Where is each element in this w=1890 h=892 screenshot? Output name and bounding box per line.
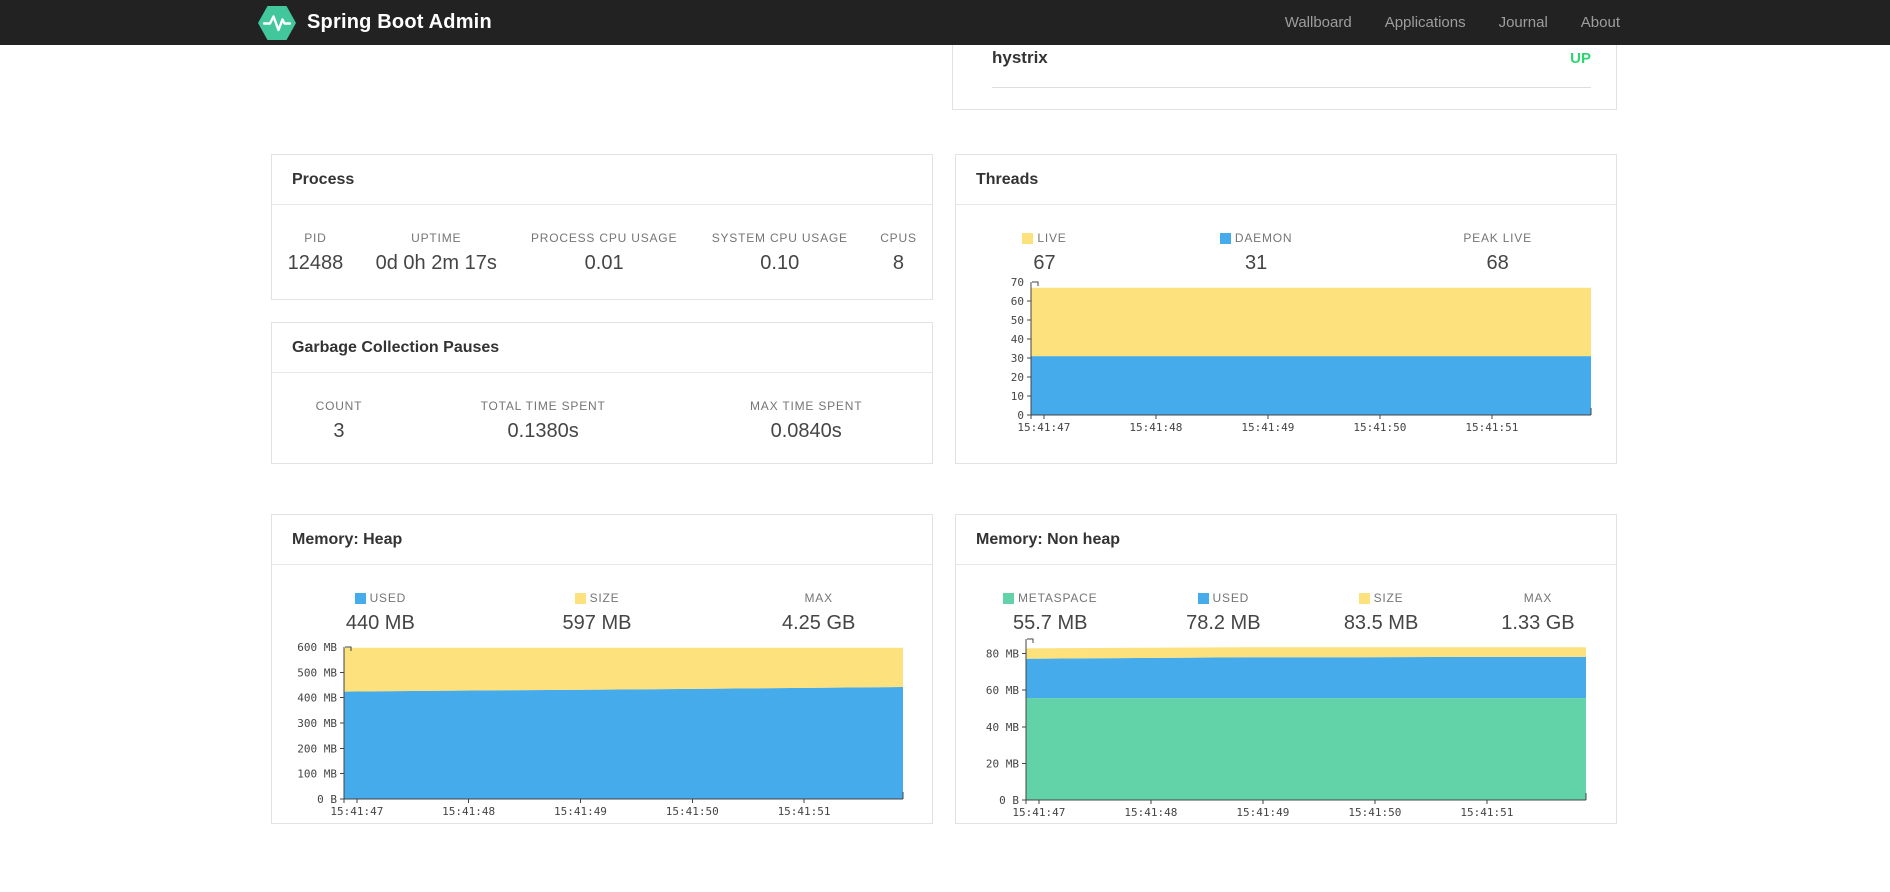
heap-card-title: Memory: Heap xyxy=(292,531,403,548)
nav-link-applications[interactable]: Applications xyxy=(1385,14,1466,31)
gc-card-header: Garbage Collection Pauses xyxy=(272,323,932,373)
threads-card-header: Threads xyxy=(956,155,1616,205)
metric-uptime: UPTIME 0d 0h 2m 17s xyxy=(375,231,497,274)
nonheap-card-header: Memory: Non heap xyxy=(956,515,1616,565)
process-metrics: PID 12488 UPTIME 0d 0h 2m 17s PROCESS CP… xyxy=(272,205,932,275)
svg-text:80 MB: 80 MB xyxy=(986,648,1019,661)
svg-text:15:41:48: 15:41:48 xyxy=(1129,421,1182,434)
metric-gc-total-time: TOTAL TIME SPENT 0.1380s xyxy=(480,399,606,442)
nav-link-journal[interactable]: Journal xyxy=(1499,14,1548,31)
svg-text:50: 50 xyxy=(1011,314,1024,327)
metric-gc-count: COUNT 3 xyxy=(315,399,363,442)
threads-card: Threads LIVE 67 DAEMON 31 PEAK LIVE 68 0… xyxy=(955,154,1617,464)
nonheap-size-legend-swatch xyxy=(1358,592,1370,604)
metric-live: LIVE 67 xyxy=(956,231,1133,275)
metric-system-cpu-usage: SYSTEM CPU USAGE 0.10 xyxy=(711,231,848,274)
application-name: hystrix xyxy=(992,48,1048,67)
metric-process-cpu-usage: PROCESS CPU USAGE 0.01 xyxy=(530,231,678,274)
svg-text:15:41:51: 15:41:51 xyxy=(778,805,831,818)
metric-metaspace: METASPACE 55.7 MB xyxy=(956,591,1144,635)
nav-links: Wallboard Applications Journal About xyxy=(1285,14,1620,31)
svg-text:60 MB: 60 MB xyxy=(986,684,1019,697)
gc-metrics: COUNT 3 TOTAL TIME SPENT 0.1380s MAX TIM… xyxy=(272,373,932,443)
svg-text:0 B: 0 B xyxy=(999,794,1019,807)
process-card-title: Process xyxy=(292,171,355,188)
heap-used-legend-swatch xyxy=(354,592,366,604)
live-legend-swatch xyxy=(1022,232,1034,244)
svg-text:15:41:49: 15:41:49 xyxy=(1236,806,1289,819)
svg-text:70: 70 xyxy=(1011,276,1024,289)
brand[interactable]: Spring Boot Admin xyxy=(258,5,492,40)
svg-text:15:41:47: 15:41:47 xyxy=(330,805,383,818)
status-badge: UP xyxy=(1570,49,1591,67)
svg-text:0 B: 0 B xyxy=(317,793,337,806)
metric-nonheap-used: USED 78.2 MB xyxy=(1186,591,1261,634)
spring-boot-admin-logo-icon xyxy=(258,5,296,40)
gc-card-title: Garbage Collection Pauses xyxy=(292,339,500,356)
heap-card-header: Memory: Heap xyxy=(272,515,932,565)
svg-text:300 MB: 300 MB xyxy=(297,717,337,730)
svg-text:15:41:50: 15:41:50 xyxy=(666,805,719,818)
memory-heap-card: Memory: Heap USED 440 MB SIZE 597 MB MAX… xyxy=(271,514,933,824)
svg-text:400 MB: 400 MB xyxy=(297,692,337,705)
metric-heap-used: USED 440 MB xyxy=(345,591,415,634)
brand-title: Spring Boot Admin xyxy=(307,11,492,33)
svg-text:15:41:50: 15:41:50 xyxy=(1348,806,1401,819)
metric-heap-size: SIZE 597 MB xyxy=(562,591,632,634)
process-card: Process PID 12488 UPTIME 0d 0h 2m 17s PR… xyxy=(271,154,933,300)
svg-text:15:41:47: 15:41:47 xyxy=(1012,806,1065,819)
metric-pid: PID 12488 xyxy=(287,231,344,274)
gc-pauses-card: Garbage Collection Pauses COUNT 3 TOTAL … xyxy=(271,322,933,464)
svg-text:15:41:50: 15:41:50 xyxy=(1353,421,1406,434)
svg-text:15:41:51: 15:41:51 xyxy=(1460,806,1513,819)
nav-link-wallboard[interactable]: Wallboard xyxy=(1285,14,1352,31)
metric-gc-max-time: MAX TIME SPENT 0.0840s xyxy=(750,399,863,442)
svg-text:40 MB: 40 MB xyxy=(986,721,1019,734)
nonheap-card-title: Memory: Non heap xyxy=(976,531,1121,548)
heap-legend: USED 440 MB SIZE 597 MB MAX 4.25 GB xyxy=(272,565,932,635)
memory-nonheap-card: Memory: Non heap METASPACE 55.7 MB USED … xyxy=(955,514,1617,824)
metric-peak-live: PEAK LIVE 68 xyxy=(1463,231,1532,274)
threads-legend: LIVE 67 DAEMON 31 PEAK LIVE 68 xyxy=(956,205,1616,275)
svg-text:200 MB: 200 MB xyxy=(297,742,337,755)
heap-size-legend-swatch xyxy=(574,592,586,604)
metric-nonheap-size: SIZE 83.5 MB xyxy=(1343,591,1419,634)
svg-text:15:41:48: 15:41:48 xyxy=(442,805,495,818)
metaspace-legend-swatch xyxy=(1003,592,1014,604)
svg-text:500 MB: 500 MB xyxy=(297,666,337,679)
metric-cpus: CPUS 8 xyxy=(880,231,917,274)
svg-text:30: 30 xyxy=(1011,352,1024,365)
svg-text:15:41:51: 15:41:51 xyxy=(1465,421,1518,434)
svg-text:10: 10 xyxy=(1011,390,1024,403)
metric-nonheap-max: MAX 1.33 GB xyxy=(1501,591,1575,634)
svg-text:600 MB: 600 MB xyxy=(297,641,337,654)
threads-card-title: Threads xyxy=(976,171,1039,188)
metric-daemon: DAEMON 31 xyxy=(1133,231,1379,275)
svg-text:60: 60 xyxy=(1011,295,1024,308)
process-card-header: Process xyxy=(272,155,932,205)
navbar: Spring Boot Admin Wallboard Applications… xyxy=(0,0,1890,45)
nav-link-about[interactable]: About xyxy=(1581,14,1620,31)
metric-heap-max: MAX 4.25 GB xyxy=(781,591,856,634)
svg-text:0: 0 xyxy=(1017,409,1024,422)
daemon-legend-swatch xyxy=(1219,232,1231,244)
nonheap-legend: METASPACE 55.7 MB USED 78.2 MB SIZE 83.5… xyxy=(956,565,1616,635)
svg-text:15:41:47: 15:41:47 xyxy=(1017,421,1070,434)
svg-text:20 MB: 20 MB xyxy=(986,757,1019,770)
svg-text:15:41:48: 15:41:48 xyxy=(1124,806,1177,819)
svg-text:15:41:49: 15:41:49 xyxy=(1241,421,1294,434)
svg-text:20: 20 xyxy=(1011,371,1024,384)
nonheap-used-legend-swatch xyxy=(1197,592,1209,604)
svg-text:40: 40 xyxy=(1011,333,1024,346)
svg-text:100 MB: 100 MB xyxy=(297,768,337,781)
svg-text:15:41:49: 15:41:49 xyxy=(554,805,607,818)
